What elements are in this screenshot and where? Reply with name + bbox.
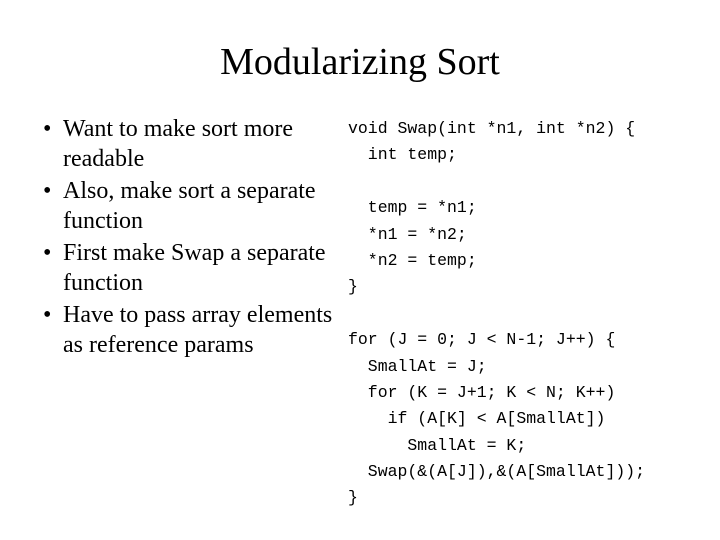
slide-content: • Want to make sort more readable • Also… (35, 114, 685, 512)
list-item: • Want to make sort more readable (43, 114, 343, 174)
list-item: • First make Swap a separate function (43, 238, 343, 298)
slide-title: Modularizing Sort (35, 40, 685, 84)
bullet-list: • Want to make sort more readable • Also… (35, 114, 343, 512)
bullet-text: First make Swap a separate function (63, 238, 343, 298)
list-item: • Also, make sort a separate function (43, 176, 343, 236)
bullet-text: Also, make sort a separate function (63, 176, 343, 236)
code-block: void Swap(int *n1, int *n2) { int temp; … (348, 114, 685, 512)
bullet-dot-icon: • (43, 300, 63, 360)
bullet-dot-icon: • (43, 114, 63, 174)
slide: Modularizing Sort • Want to make sort mo… (0, 0, 720, 540)
bullet-text: Have to pass array elements as reference… (63, 300, 343, 360)
bullet-text: Want to make sort more readable (63, 114, 343, 174)
list-item: • Have to pass array elements as referen… (43, 300, 343, 360)
bullet-dot-icon: • (43, 238, 63, 298)
bullet-dot-icon: • (43, 176, 63, 236)
